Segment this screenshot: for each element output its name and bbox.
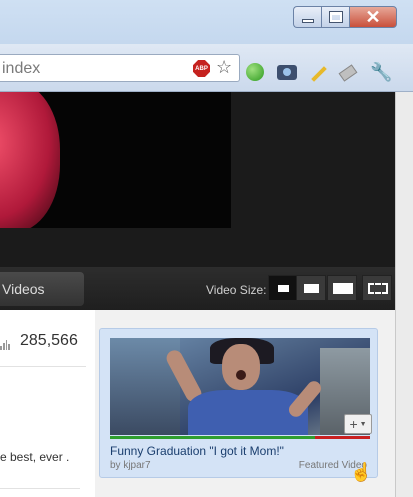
add-icon: + xyxy=(349,416,358,432)
hand-cursor-icon: ☝ xyxy=(350,462,373,482)
adblock-icon[interactable]: ABP xyxy=(193,60,210,77)
featured-video-author[interactable]: by kjpar7 xyxy=(110,460,151,471)
video-size-label: Video Size: xyxy=(206,283,267,297)
wrench-icon[interactable]: 🔧 xyxy=(370,62,392,82)
video-scene xyxy=(0,92,60,228)
thumbnail-scene xyxy=(222,344,260,390)
maximize-button[interactable] xyxy=(321,6,349,28)
bookmark-star-icon[interactable]: ☆ xyxy=(216,57,232,78)
player-bar: Videos Video Size: xyxy=(0,267,395,310)
address-bar[interactable]: index ABP ☆ xyxy=(0,54,240,82)
description-snippet: e best, ever . xyxy=(0,450,70,464)
featured-video-card[interactable]: + ▼ Funny Graduation "I got it Mom!" by … xyxy=(99,328,378,482)
close-icon: ✕ xyxy=(365,6,381,27)
green-extension-icon[interactable] xyxy=(246,63,264,81)
eraser-extension-icon[interactable] xyxy=(338,64,358,82)
window-controls: ✕ xyxy=(293,6,397,28)
highlighter-extension-icon[interactable] xyxy=(311,66,327,82)
large-size-icon xyxy=(333,283,353,294)
add-to-playlist-button[interactable]: + ▼ xyxy=(344,414,372,434)
video-info: 285,566 e best, ever . xyxy=(0,310,95,497)
fullscreen-icon xyxy=(368,283,388,294)
video-size-small-button[interactable] xyxy=(268,275,298,301)
videos-button[interactable]: Videos xyxy=(0,272,84,306)
view-stats-icon[interactable] xyxy=(0,340,10,350)
video-frame[interactable] xyxy=(0,92,231,228)
small-size-icon xyxy=(278,285,289,292)
video-size-medium-button[interactable] xyxy=(296,275,326,301)
ratings-bar xyxy=(110,436,370,439)
adblock-label: ABP xyxy=(195,65,208,72)
close-button[interactable]: ✕ xyxy=(349,6,397,28)
scrollbar[interactable] xyxy=(395,92,413,497)
minimize-button[interactable] xyxy=(293,6,321,28)
medium-size-icon xyxy=(304,284,319,293)
camera-extension-icon[interactable] xyxy=(277,65,297,80)
minimize-icon xyxy=(301,19,314,23)
maximize-icon xyxy=(328,11,343,23)
divider xyxy=(0,366,86,367)
featured-video-thumbnail[interactable] xyxy=(110,338,370,435)
videos-button-label: Videos xyxy=(2,281,45,297)
video-size-fullscreen-button[interactable] xyxy=(362,275,392,301)
video-size-large-button[interactable] xyxy=(327,275,357,301)
featured-video-title[interactable]: Funny Graduation "I got it Mom!" xyxy=(110,444,284,458)
ratings-bar-dislikes xyxy=(315,436,370,439)
browser-chrome: ✕ index ABP ☆ 🔧 xyxy=(0,0,413,92)
sidebar: + ▼ Funny Graduation "I got it Mom!" by … xyxy=(95,310,395,497)
address-text: index xyxy=(2,60,41,77)
video-player: Videos Video Size: xyxy=(0,92,395,310)
page-content: Videos Video Size: 285,566 e best, ever … xyxy=(0,92,413,497)
browser-toolbar: index ABP ☆ 🔧 xyxy=(0,44,413,92)
view-count: 285,566 xyxy=(20,332,78,349)
chevron-down-icon: ▼ xyxy=(359,420,367,428)
divider xyxy=(0,488,80,489)
